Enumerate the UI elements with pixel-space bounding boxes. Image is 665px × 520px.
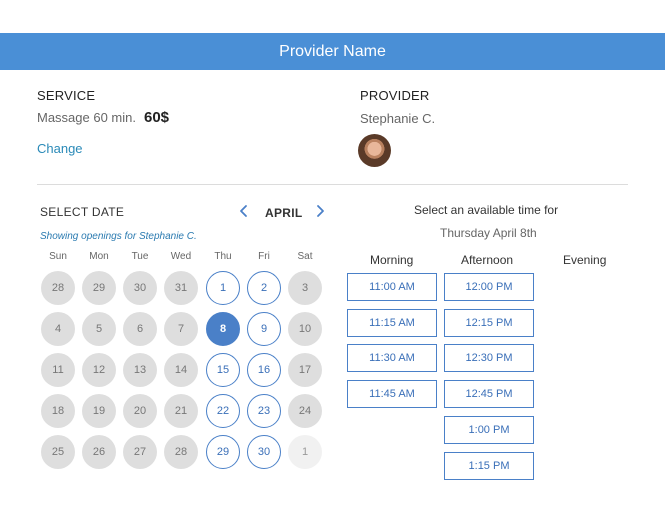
calendar-day[interactable]: 1 [206,271,240,305]
calendar-day[interactable]: 30 [247,435,281,469]
calendar-day: 1 [288,435,322,469]
calendar-day[interactable]: 9 [247,312,281,346]
calendar-day: 6 [123,312,157,346]
time-prompt: Select an available time for [414,203,559,217]
calendar-day-selected[interactable]: 8 [206,312,240,346]
provider-name: Stephanie C. [360,111,436,126]
provider-avatar [358,134,391,167]
selected-date-text: Thursday April 8th [440,226,537,240]
afternoon-time-slot[interactable]: 1:00 PM [444,416,534,444]
calendar-day: 30 [123,271,157,305]
afternoon-time-slot[interactable]: 12:00 PM [444,273,534,301]
afternoon-time-slot[interactable]: 12:15 PM [444,309,534,337]
service-label: SERVICE [37,88,96,103]
weekday-label: Tue [131,251,149,262]
change-service-link[interactable]: Change [37,141,83,156]
service-name: Massage 60 min. [37,110,136,125]
calendar-day: 7 [164,312,198,346]
calendar-day: 19 [82,394,116,428]
provider-title: Provider Name [279,42,386,60]
service-line: Massage 60 min. 60$ [37,109,169,126]
calendar-day: 26 [82,435,116,469]
morning-time-slot[interactable]: 11:00 AM [347,273,437,301]
calendar-day: 18 [41,394,75,428]
weekday-label: Fri [258,251,270,262]
calendar-day: 31 [164,271,198,305]
weekday-label: Sat [297,251,313,262]
header-bar: Provider Name [0,33,665,70]
calendar-day: 4 [41,312,75,346]
month-label: APRIL [265,206,303,220]
weekday-label: Thu [214,251,232,262]
calendar-day[interactable]: 15 [206,353,240,387]
calendar-day: 28 [41,271,75,305]
chevron-left-icon[interactable] [237,203,251,219]
calendar-day[interactable]: 2 [247,271,281,305]
calendar-day: 12 [82,353,116,387]
weekday-label: Mon [89,251,109,262]
calendar-day[interactable]: 16 [247,353,281,387]
calendar-day: 28 [164,435,198,469]
calendar-day[interactable]: 22 [206,394,240,428]
morning-time-slot[interactable]: 11:45 AM [347,380,437,408]
calendar-day: 17 [288,353,322,387]
evening-header: Evening [563,253,607,267]
morning-time-slot[interactable]: 11:15 AM [347,309,437,337]
calendar-day: 29 [82,271,116,305]
select-date-label: SELECT DATE [40,205,125,219]
calendar-day: 14 [164,353,198,387]
calendar-day: 5 [82,312,116,346]
morning-time-slot[interactable]: 11:30 AM [347,344,437,372]
calendar-day: 27 [123,435,157,469]
calendar-day: 13 [123,353,157,387]
afternoon-time-slot[interactable]: 1:15 PM [444,452,534,480]
calendar-day: 24 [288,394,322,428]
calendar-day: 20 [123,394,157,428]
morning-header: Morning [370,253,414,267]
calendar-day: 3 [288,271,322,305]
chevron-right-icon[interactable] [313,203,327,219]
calendar-day: 21 [164,394,198,428]
calendar-day[interactable]: 29 [206,435,240,469]
afternoon-time-slot[interactable]: 12:30 PM [444,344,534,372]
afternoon-time-slot[interactable]: 12:45 PM [444,380,534,408]
calendar-day: 11 [41,353,75,387]
section-divider [37,184,628,185]
afternoon-header: Afternoon [461,253,514,267]
weekday-label: Sun [49,251,67,262]
provider-label: PROVIDER [360,88,430,103]
calendar-day: 25 [41,435,75,469]
weekday-label: Wed [170,251,192,262]
calendar-day: 10 [288,312,322,346]
calendar-day[interactable]: 23 [247,394,281,428]
service-price: 60$ [144,109,170,126]
showing-openings-note: Showing openings for Stephanie C. [40,231,197,242]
